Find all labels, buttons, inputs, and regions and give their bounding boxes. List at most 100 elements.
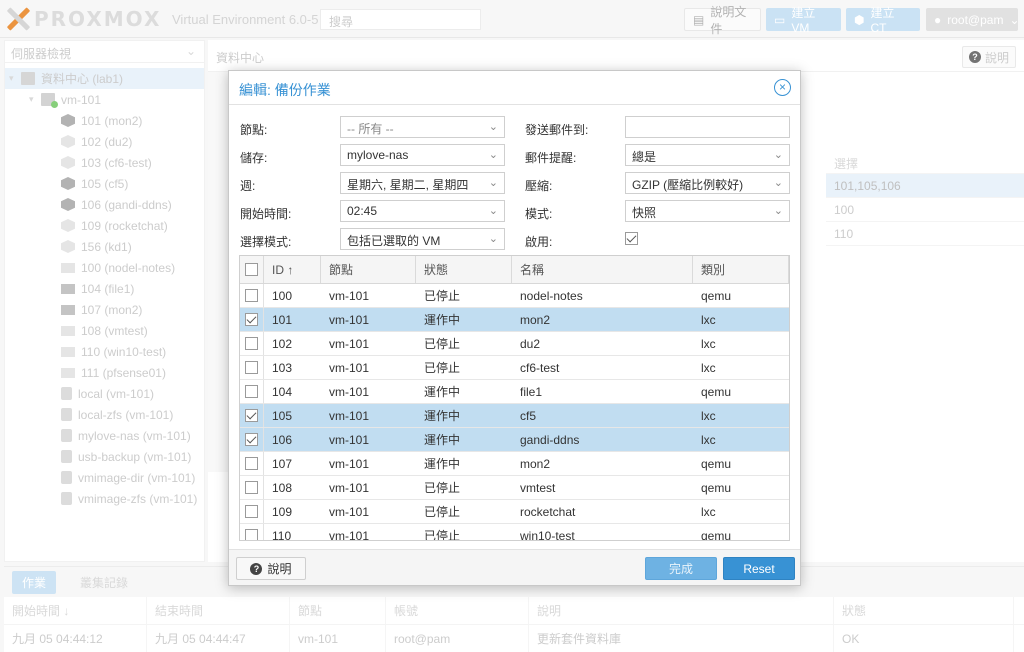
column-header-status[interactable]: 狀態 [416, 256, 512, 283]
cell-node: vm-101 [329, 384, 370, 399]
week-select[interactable]: 星期六, 星期二, 星期四 ⌄ [340, 172, 505, 194]
column-header-name[interactable]: 名稱 [512, 256, 693, 283]
table-row[interactable]: 108 vm-101 已停止 vmtest qemu [240, 476, 789, 500]
cell-node: vm-101 [329, 336, 370, 351]
cell-name: mon2 [520, 456, 551, 471]
week-label: 週: [240, 179, 256, 193]
cell-name: file1 [520, 384, 543, 399]
select-all-checkbox[interactable] [245, 263, 258, 276]
chevron-down-icon: ⌄ [488, 233, 498, 245]
cell-id: 104 [272, 384, 293, 399]
cell-id: 108 [272, 480, 293, 495]
help-button[interactable]: ? 說明 [236, 557, 306, 580]
select-all-cell[interactable] [240, 256, 264, 283]
cell-status: 已停止 [424, 337, 461, 351]
mailto-label: 發送郵件到: [525, 123, 589, 137]
row-select-cell[interactable] [240, 308, 264, 331]
cell-id: 105 [272, 408, 293, 423]
cell-node: vm-101 [329, 528, 370, 541]
cell-type: qemu [701, 456, 732, 471]
done-button[interactable]: 完成 [645, 557, 717, 580]
row-checkbox[interactable] [245, 409, 258, 422]
start-time-select[interactable]: 02:45 ⌄ [340, 200, 505, 222]
storage-select[interactable]: mylove-nas ⌄ [340, 144, 505, 166]
cell-type: qemu [701, 384, 732, 399]
close-icon[interactable]: × [774, 79, 791, 96]
cell-node: vm-101 [329, 456, 370, 471]
table-row[interactable]: 107 vm-101 運作中 mon2 qemu [240, 452, 789, 476]
table-row[interactable]: 110 vm-101 已停止 win10-test qemu [240, 524, 789, 541]
cell-id: 107 [272, 456, 293, 471]
chevron-down-icon: ⌄ [773, 205, 783, 217]
compression-select[interactable]: GZIP (壓縮比例較好) ⌄ [625, 172, 790, 194]
cell-id: 109 [272, 504, 293, 519]
table-row[interactable]: 105 vm-101 運作中 cf5 lxc [240, 404, 789, 428]
cell-name: cf5 [520, 408, 537, 423]
cell-name: cf6-test [520, 360, 560, 375]
row-checkbox[interactable] [245, 289, 258, 302]
table-row[interactable]: 103 vm-101 已停止 cf6-test lxc [240, 356, 789, 380]
chevron-down-icon: ⌄ [773, 177, 783, 189]
cell-status: 已停止 [424, 481, 461, 495]
row-select-cell[interactable] [240, 452, 264, 475]
row-checkbox[interactable] [245, 529, 258, 540]
cell-status: 已停止 [424, 529, 461, 541]
row-checkbox[interactable] [245, 337, 258, 350]
row-select-cell[interactable] [240, 356, 264, 379]
table-row[interactable]: 100 vm-101 已停止 nodel-notes qemu [240, 284, 789, 308]
mailto-input[interactable] [625, 116, 790, 138]
reset-button[interactable]: Reset [723, 557, 795, 580]
cell-type: qemu [701, 288, 732, 303]
row-select-cell[interactable] [240, 380, 264, 403]
row-checkbox[interactable] [245, 433, 258, 446]
row-select-cell[interactable] [240, 476, 264, 499]
mode-label: 模式: [525, 207, 553, 221]
cell-type: lxc [701, 360, 716, 375]
selection-mode-select[interactable]: 包括已選取的 VM ⌄ [340, 228, 505, 250]
dialog-title: 編輯: 備份作業 [239, 82, 331, 98]
cell-status: 運作中 [424, 385, 461, 399]
row-checkbox[interactable] [245, 385, 258, 398]
row-checkbox[interactable] [245, 361, 258, 374]
cell-node: vm-101 [329, 312, 370, 327]
cell-type: qemu [701, 480, 732, 495]
grid-header: ID ↑ 節點 狀態 名稱 類別 [240, 256, 789, 284]
enable-checkbox[interactable] [625, 232, 638, 245]
row-select-cell[interactable] [240, 524, 264, 540]
email-notify-select[interactable]: 總是 ⌄ [625, 144, 790, 166]
cell-name: mon2 [520, 312, 551, 327]
table-row[interactable]: 104 vm-101 運作中 file1 qemu [240, 380, 789, 404]
cell-name: gandi-ddns [520, 432, 580, 447]
cell-node: vm-101 [329, 432, 370, 447]
row-checkbox[interactable] [245, 505, 258, 518]
cell-name: nodel-notes [520, 288, 583, 303]
column-header-node[interactable]: 節點 [321, 256, 416, 283]
row-select-cell[interactable] [240, 332, 264, 355]
cell-status: 已停止 [424, 361, 461, 375]
cell-type: lxc [701, 408, 716, 423]
table-row[interactable]: 102 vm-101 已停止 du2 lxc [240, 332, 789, 356]
mode-select[interactable]: 快照 ⌄ [625, 200, 790, 222]
chevron-down-icon: ⌄ [488, 205, 498, 217]
grid-body: 100 vm-101 已停止 nodel-notes qemu 101 vm-101 運作中 m… [240, 284, 789, 541]
email-notify-label: 郵件提醒: [525, 151, 577, 165]
node-select[interactable]: -- 所有 -- ⌄ [340, 116, 505, 138]
column-header-type[interactable]: 類別 [693, 256, 789, 283]
chevron-down-icon: ⌄ [488, 149, 498, 161]
row-checkbox[interactable] [245, 481, 258, 494]
cell-node: vm-101 [329, 480, 370, 495]
table-row[interactable]: 101 vm-101 運作中 mon2 lxc [240, 308, 789, 332]
row-checkbox[interactable] [245, 457, 258, 470]
row-checkbox[interactable] [245, 313, 258, 326]
column-header-id[interactable]: ID ↑ [264, 256, 321, 283]
vm-selection-grid: ID ↑ 節點 狀態 名稱 類別 100 vm-101 已停止 nodel-notes… [239, 255, 790, 541]
row-select-cell[interactable] [240, 284, 264, 307]
cell-name: du2 [520, 336, 541, 351]
table-row[interactable]: 109 vm-101 已停止 rocketchat lxc [240, 500, 789, 524]
row-select-cell[interactable] [240, 404, 264, 427]
cell-status: 運作中 [424, 457, 461, 471]
table-row[interactable]: 106 vm-101 運作中 gandi-ddns lxc [240, 428, 789, 452]
row-select-cell[interactable] [240, 428, 264, 451]
cell-status: 運作中 [424, 409, 461, 423]
row-select-cell[interactable] [240, 500, 264, 523]
